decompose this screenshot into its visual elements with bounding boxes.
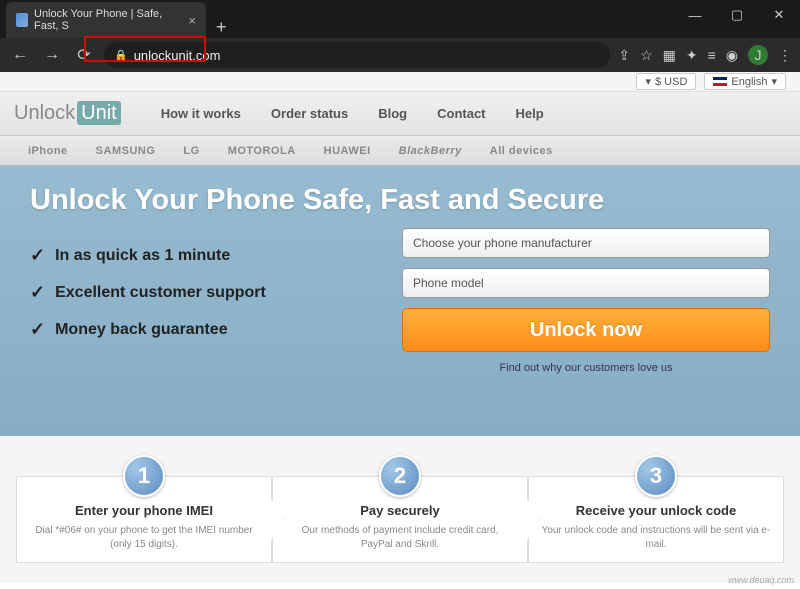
nav-contact[interactable]: Contact (437, 106, 485, 121)
forward-button[interactable]: → (40, 46, 64, 64)
brand-motorola[interactable]: MOTOROLA (228, 145, 296, 157)
nav-blog[interactable]: Blog (378, 106, 407, 121)
list-icon[interactable]: ≡ (708, 47, 716, 63)
step-2: 2 Pay securely Our methods of payment in… (272, 476, 528, 563)
step-1: 1 Enter your phone IMEI Dial *#06# on yo… (16, 476, 272, 563)
address-bar: ← → ⟳ 🔒 unlockunit.com ⇪ ☆ ▦ ✦ ≡ ◉ J ⋮ (0, 38, 800, 72)
share-icon[interactable]: ⇪ (618, 47, 630, 64)
step-title: Pay securely (285, 503, 515, 518)
watermark: www.deuaq.com (728, 575, 794, 585)
nav-order-status[interactable]: Order status (271, 106, 348, 121)
brand-samsung[interactable]: SAMSUNG (96, 145, 156, 157)
manufacturer-select[interactable]: Choose your phone manufacturer (402, 228, 770, 258)
puzzle-icon[interactable]: ✦ (686, 47, 698, 64)
maximize-icon[interactable]: ▢ (716, 0, 758, 30)
brand-huawei[interactable]: HUAWEI (324, 145, 371, 157)
app-icon[interactable]: ◉ (726, 47, 738, 64)
site-header: UnlockUnit How it works Order status Blo… (0, 92, 800, 136)
nav-help[interactable]: Help (516, 106, 544, 121)
steps-section: 1 Enter your phone IMEI Dial *#06# on yo… (0, 436, 800, 583)
hero-headline: Unlock Your Phone Safe, Fast and Secure (30, 184, 770, 217)
tab-title: Unlock Your Phone | Safe, Fast, S (34, 8, 176, 32)
nav-how-it-works[interactable]: How it works (161, 106, 241, 121)
brand-blackberry[interactable]: BlackBerry (399, 145, 462, 157)
browser-tab[interactable]: Unlock Your Phone | Safe, Fast, S × (6, 2, 206, 38)
hero-section: Unlock Your Phone Safe, Fast and Secure … (0, 166, 800, 436)
language-selector[interactable]: English ▾ (704, 73, 786, 90)
model-select[interactable]: Phone model (402, 268, 770, 298)
close-tab-icon[interactable]: × (188, 13, 196, 28)
testimonial-link[interactable]: Find out why our customers love us (402, 362, 770, 374)
brand-lg[interactable]: LG (183, 145, 199, 157)
step-desc: Dial *#06# on your phone to get the IMEI… (29, 524, 259, 552)
step-title: Enter your phone IMEI (29, 503, 259, 518)
step-number-badge: 1 (123, 455, 165, 497)
page-content: ▾ $ USD English ▾ UnlockUnit How it work… (0, 72, 800, 589)
close-window-icon[interactable]: ✕ (758, 0, 800, 30)
currency-selector[interactable]: ▾ $ USD (636, 73, 696, 90)
bookmark-icon[interactable]: ☆ (640, 47, 653, 64)
url-text: unlockunit.com (134, 48, 221, 63)
brand-bar: iPhone SAMSUNG LG MOTOROLA HUAWEI BlackB… (0, 136, 800, 166)
brand-all-devices[interactable]: All devices (490, 145, 553, 157)
brand-iphone[interactable]: iPhone (24, 145, 68, 157)
unlock-form: Choose your phone manufacturer Phone mod… (402, 228, 770, 374)
new-tab-button[interactable]: + (206, 17, 237, 38)
unlock-now-button[interactable]: Unlock now (402, 308, 770, 352)
step-title: Receive your unlock code (541, 503, 771, 518)
step-desc: Your unlock code and instructions will b… (541, 524, 771, 552)
extension-icon[interactable]: ▦ (663, 47, 676, 64)
uk-flag-icon (713, 77, 727, 86)
step-number-badge: 3 (635, 455, 677, 497)
lock-icon: 🔒 (114, 49, 128, 62)
minimize-icon[interactable]: — (674, 0, 716, 30)
reload-button[interactable]: ⟳ (72, 45, 96, 65)
url-input[interactable]: 🔒 unlockunit.com (104, 42, 610, 68)
utility-bar: ▾ $ USD English ▾ (0, 72, 800, 92)
main-nav: How it works Order status Blog Contact H… (161, 106, 544, 121)
back-button[interactable]: ← (8, 46, 32, 64)
profile-avatar[interactable]: J (748, 45, 768, 65)
step-number-badge: 2 (379, 455, 421, 497)
step-3: 3 Receive your unlock code Your unlock c… (528, 476, 784, 563)
tab-bar: Unlock Your Phone | Safe, Fast, S × + — … (0, 8, 800, 38)
site-logo[interactable]: UnlockUnit (14, 102, 121, 125)
step-desc: Our methods of payment include credit ca… (285, 524, 515, 552)
menu-icon[interactable]: ⋮ (778, 47, 792, 64)
favicon-icon (16, 13, 28, 27)
